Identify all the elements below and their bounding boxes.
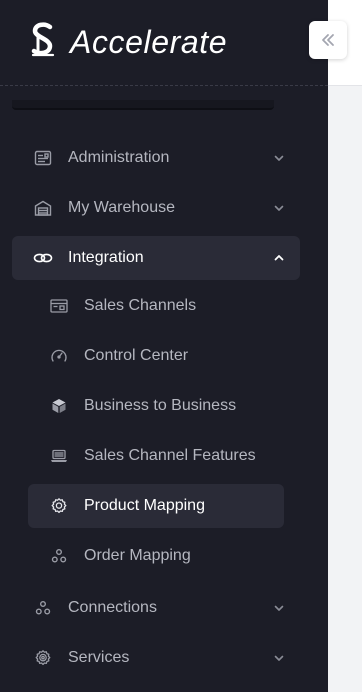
sidebar-subitem-sales-channel-features[interactable]: Sales Channel Features — [28, 434, 284, 478]
sidebar-item-label: My Warehouse — [68, 199, 175, 216]
sales-channels-icon — [50, 297, 68, 315]
sidebar-subitem-product-mapping[interactable]: Product Mapping — [28, 484, 284, 528]
collapse-sidebar-button[interactable] — [309, 21, 347, 59]
brand-name: Accelerate — [70, 24, 228, 60]
chevron-up-icon — [272, 251, 286, 265]
sidebar: Accelerate Administration My Warehouse I… — [0, 0, 328, 692]
sidebar-search-field[interactable] — [12, 100, 274, 110]
chevrons-left-icon — [319, 31, 337, 49]
sidebar-item-label: Services — [68, 649, 130, 666]
chevron-down-icon — [272, 151, 286, 165]
integration-link-icon — [33, 248, 53, 268]
sidebar-item-label: Connections — [68, 599, 157, 616]
sidebar-item-my-warehouse[interactable]: My Warehouse — [12, 186, 300, 230]
speedometer-icon — [50, 347, 68, 365]
brand-logo-icon — [30, 22, 56, 58]
services-gear-icon — [33, 648, 53, 668]
warehouse-icon — [33, 198, 53, 218]
sidebar-subitem-label: Order Mapping — [84, 547, 191, 564]
sidebar-subitem-order-mapping[interactable]: Order Mapping — [28, 534, 284, 578]
sidebar-subitem-control-center[interactable]: Control Center — [28, 334, 284, 378]
sidebar-item-label: Administration — [68, 149, 170, 166]
sidebar-subitem-label: Sales Channel Features — [84, 447, 256, 464]
laptop-icon — [50, 447, 68, 465]
sidebar-subitem-label: Business to Business — [84, 397, 237, 414]
mapping-nodes-icon — [50, 547, 68, 565]
sidebar-item-administration[interactable]: Administration — [12, 136, 300, 180]
main-content-area — [328, 0, 362, 692]
box-icon — [50, 397, 68, 415]
sidebar-subitem-label: Sales Channels — [84, 297, 197, 314]
sidebar-subitem-label: Product Mapping — [84, 497, 205, 514]
sidebar-item-connections[interactable]: Connections — [12, 586, 300, 630]
chevron-down-icon — [272, 651, 286, 665]
sidebar-item-label: Integration — [68, 249, 144, 266]
sidebar-subitem-business-to-business[interactable]: Business to Business — [28, 384, 284, 428]
sidebar-item-services[interactable]: Services — [12, 636, 300, 680]
chevron-down-icon — [272, 601, 286, 615]
sidebar-subitem-sales-channels[interactable]: Sales Channels — [28, 284, 284, 328]
sidebar-item-integration[interactable]: Integration — [12, 236, 300, 280]
admin-panel-icon — [33, 148, 53, 168]
connections-icon — [33, 598, 53, 618]
brand-header: Accelerate — [0, 0, 328, 86]
chevron-down-icon — [272, 201, 286, 215]
sidebar-subitem-label: Control Center — [84, 347, 189, 364]
gear-icon — [50, 497, 68, 515]
